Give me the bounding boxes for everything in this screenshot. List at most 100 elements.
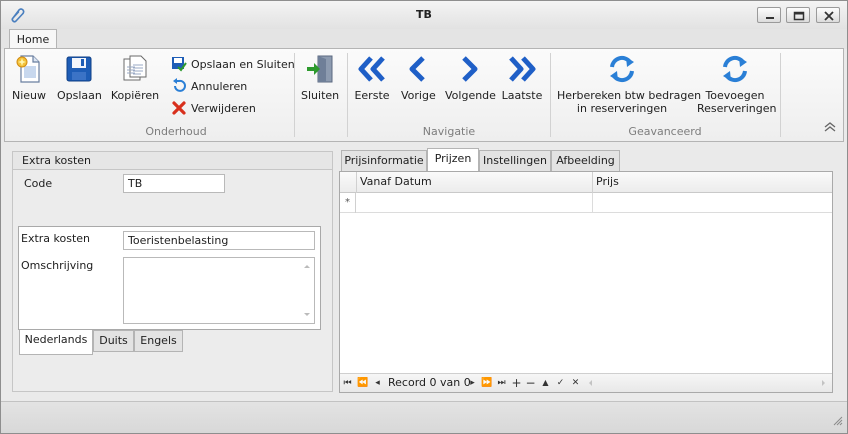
opslaan-button[interactable]: Opslaan [57, 53, 102, 102]
kopieeren-label: Kopiëren [110, 89, 160, 102]
copy-document-icon [119, 53, 151, 85]
herbereken-label-line2: in reserveringen [576, 102, 668, 115]
tab-instellingen[interactable]: Instellingen [479, 150, 551, 172]
double-chevron-left-icon [356, 53, 388, 85]
code-label: Code [24, 177, 53, 190]
refresh-icon [606, 53, 638, 85]
minimize-button[interactable] [757, 7, 781, 23]
vorige-button[interactable]: Vorige [401, 53, 436, 102]
kopieeren-button[interactable]: Kopiëren [109, 53, 161, 102]
nav-first-button[interactable]: ⏮ [342, 376, 353, 390]
column-vanaf-datum[interactable]: Vanaf Datum [356, 172, 592, 193]
herbereken-btw-button[interactable]: Herbereken btw bedragen in reserveringen [557, 53, 702, 115]
extra-kosten-field[interactable]: Toeristenbelasting [123, 231, 315, 250]
annuleren-button[interactable]: Annuleren [171, 76, 247, 96]
translation-box: Extra kosten Toeristenbelasting Omschrij… [18, 226, 321, 330]
refresh-icon [719, 53, 751, 85]
scrollbar-arrows-icon [304, 265, 310, 316]
volgende-label: Volgende [445, 89, 496, 102]
tab-prijsinformatie[interactable]: Prijsinformatie [341, 150, 427, 172]
extra-kosten-panel: Extra kosten Code TB Extra kosten Toeris… [12, 151, 333, 392]
herbereken-label-line1: Herbereken btw bedragen [557, 89, 702, 102]
laatste-button[interactable]: Laatste [501, 53, 543, 102]
panel-header: Extra kosten [13, 152, 332, 170]
toevoegen-label-line1: Toevoegen [705, 89, 765, 102]
exit-door-icon [304, 53, 336, 85]
opslaan-en-sluiten-label: Opslaan en Sluiten [191, 57, 295, 71]
code-field[interactable]: TB [123, 174, 225, 193]
nav-append-button[interactable]: + [511, 376, 522, 390]
window-title: TB [416, 8, 432, 21]
nav-last-button[interactable]: ⏭ [496, 376, 507, 390]
status-bar [1, 401, 847, 433]
tab-afbeelding[interactable]: Afbeelding [551, 150, 620, 172]
tab-home[interactable]: Home [9, 29, 57, 50]
group-geavanceerd: Herbereken btw bedragen in reserveringen… [551, 49, 779, 141]
collapse-ribbon-button[interactable] [823, 122, 837, 135]
delete-x-icon [172, 101, 186, 115]
opslaan-label: Opslaan [57, 89, 102, 102]
cell-divider [592, 193, 593, 213]
save-disk-icon [63, 53, 95, 85]
eerste-button[interactable]: Eerste [354, 53, 390, 102]
memo-scrollbar[interactable] [300, 258, 314, 323]
nav-delete-button[interactable]: − [525, 376, 536, 390]
annuleren-label: Annuleren [191, 79, 248, 93]
tab-prijzen[interactable]: Prijzen [427, 148, 479, 172]
group-label-navigatie: Navigatie [422, 125, 476, 138]
title-bar: TB [1, 1, 847, 29]
ribbon-tab-strip: Home [1, 29, 847, 50]
nav-edit-button[interactable]: ▲ [540, 376, 551, 390]
grid-new-row[interactable]: * [340, 193, 832, 213]
verwijderen-button[interactable]: Verwijderen [171, 98, 256, 118]
group-label-onderhoud: Onderhoud [145, 125, 207, 138]
maximize-button[interactable] [786, 7, 810, 23]
grid-header: Vanaf Datum Prijs [340, 172, 832, 193]
nieuw-button[interactable]: Nieuw [11, 53, 47, 102]
laatste-label: Laatste [501, 89, 543, 102]
maximize-icon [793, 11, 805, 21]
tab-engels[interactable]: Engels [134, 330, 183, 352]
column-prijs[interactable]: Prijs [592, 172, 832, 193]
chevron-right-icon [453, 53, 485, 85]
new-row-indicator: * [340, 193, 356, 213]
close-icon [824, 11, 834, 21]
nav-prev-button[interactable]: ◂ [372, 376, 383, 390]
record-navigator: ⏮ ⏪ ◂ Record 0 van 0 ▸ ⏩ ⏭ + − ▲ ✓ ✕ [340, 373, 832, 392]
opslaan-en-sluiten-button[interactable]: Opslaan en Sluiten [171, 54, 295, 74]
scroll-arrows-icon [589, 380, 825, 386]
toevoegen-reserveringen-button[interactable]: Toevoegen Reserveringen [697, 53, 777, 115]
volgende-button[interactable]: Volgende [445, 53, 496, 102]
group-label-geavanceerd: Geavanceerd [628, 125, 702, 138]
omschrijving-label: Omschrijving [21, 259, 94, 272]
resize-grip-icon[interactable] [831, 414, 843, 429]
eerste-label: Eerste [354, 89, 390, 102]
tab-nederlands[interactable]: Nederlands [19, 330, 93, 355]
extra-kosten-label: Extra kosten [21, 232, 91, 245]
save-close-icon [172, 57, 187, 72]
omschrijving-field[interactable] [123, 257, 315, 324]
tab-duits[interactable]: Duits [93, 330, 134, 352]
minimize-icon [766, 17, 774, 19]
nieuw-label: Nieuw [11, 89, 47, 102]
sluiten-label: Sluiten [301, 89, 340, 102]
grid-corner [340, 172, 356, 193]
nav-cancel-button[interactable]: ✕ [570, 376, 581, 390]
close-button[interactable] [816, 7, 840, 23]
group-navigatie: Eerste Vorige Volgende Laatste Navigatie [348, 49, 550, 141]
nav-prev-page-button[interactable]: ⏪ [357, 376, 368, 390]
nav-save-button[interactable]: ✓ [555, 376, 566, 390]
sluiten-button[interactable]: Sluiten [301, 53, 339, 102]
chevron-left-icon [402, 53, 434, 85]
separator [780, 53, 781, 137]
prijzen-grid: Vanaf Datum Prijs * ⏮ ⏪ ◂ Record 0 van 0… [339, 171, 833, 393]
double-chevron-right-icon [506, 53, 538, 85]
horizontal-scrollbar[interactable] [586, 377, 828, 389]
nav-next-button[interactable]: ▸ [467, 376, 478, 390]
group-onderhoud: Nieuw Opslaan Kopiëren Opslaan en Sluite… [5, 49, 347, 141]
verwijderen-label: Verwijderen [191, 101, 256, 115]
undo-icon [173, 78, 186, 92]
nav-next-page-button[interactable]: ⏩ [481, 376, 492, 390]
chevron-up-icon [824, 122, 836, 132]
toevoegen-label-line2: Reserveringen [697, 102, 777, 115]
